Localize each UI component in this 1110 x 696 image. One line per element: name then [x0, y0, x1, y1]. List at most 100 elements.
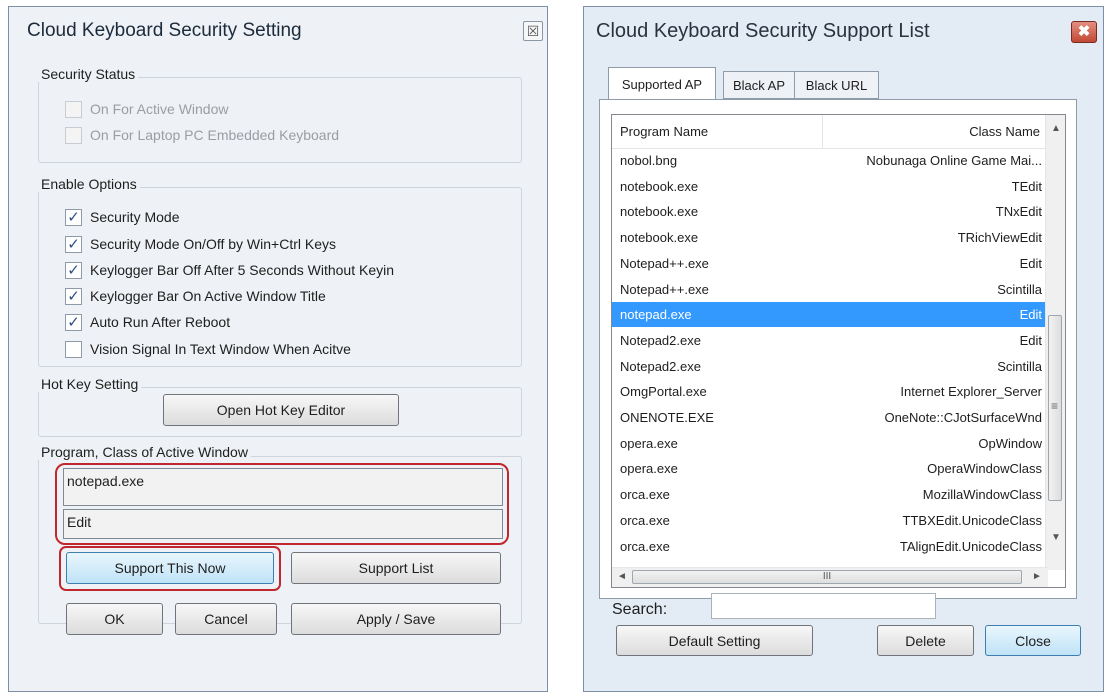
active-window-group-label: Program, Class of Active Window	[38, 444, 251, 460]
close-icon[interactable]: ✖	[1071, 21, 1097, 43]
settings-title: Cloud Keyboard Security Setting	[27, 20, 302, 41]
keylogger-off-checkbox[interactable]: ✓	[65, 261, 82, 279]
vertical-scrollbar[interactable]: ▲ ≡ ▼	[1045, 115, 1065, 570]
support-now-highlight	[59, 546, 281, 591]
open-hot-key-editor-button[interactable]: Open Hot Key Editor	[163, 394, 399, 426]
security-mode-checkbox[interactable]: ✓	[65, 208, 82, 226]
auto-run-checkbox[interactable]: ✓	[65, 313, 82, 331]
apply-save-button[interactable]: Apply / Save	[291, 603, 501, 635]
program-name-cell: Notepad++.exe	[620, 281, 709, 297]
list-item[interactable]: notebook.exe TNxEdit	[612, 199, 1048, 224]
laptop-keyboard-option-label: On For Laptop PC Embedded Keyboard	[90, 127, 340, 143]
list-item[interactable]: orca.exe MozillaWindowClass	[612, 482, 1048, 507]
class-name-cell: Nobunaga Online Game Mai...	[866, 153, 1042, 168]
list-item[interactable]: orca.exe TAlignEdit.UnicodeClass	[612, 534, 1048, 559]
list-item[interactable]: Notepad++.exe Scintilla	[612, 277, 1048, 302]
active-window-checkbox[interactable]	[65, 100, 82, 118]
class-name-cell: OperaWindowClass	[927, 461, 1042, 477]
support-list-titlebar[interactable]: Cloud Keyboard Security Support List ✖	[584, 7, 1103, 55]
program-name-cell: ONENOTE.EXE	[620, 410, 714, 425]
enable-options-label: Enable Options	[38, 176, 140, 192]
horizontal-scroll-thumb[interactable]: III	[632, 570, 1022, 584]
class-name-cell: TEdit	[1011, 178, 1042, 194]
list-item[interactable]: opera.exe OpWindow	[612, 431, 1048, 456]
program-name-cell: OmgPortal.exe	[620, 384, 707, 400]
list-item[interactable]: orca.exe TTBXEdit.UnicodeClass	[612, 508, 1048, 533]
column-class-name[interactable]: Class Name	[969, 124, 1040, 139]
keylogger-title-checkbox[interactable]: ✓	[65, 287, 82, 305]
tab-black-url[interactable]: Black URL	[794, 71, 879, 99]
list-item[interactable]: Notepad2.exe Edit	[612, 328, 1048, 353]
list-item[interactable]: notebook.exe TRichViewEdit	[612, 225, 1048, 250]
program-name-cell: Notepad2.exe	[620, 332, 701, 348]
class-name-cell: TTBXEdit.UnicodeClass	[902, 512, 1042, 528]
security-status-label: Security Status	[38, 66, 139, 82]
laptop-keyboard-checkbox[interactable]	[65, 126, 82, 144]
support-list-dialog: Cloud Keyboard Security Support List ✖ S…	[583, 6, 1104, 692]
win-ctrl-checkbox[interactable]: ✓	[65, 235, 82, 253]
program-name-cell: notebook.exe	[620, 178, 699, 194]
list-item[interactable]: opera.exe OperaWindowClass	[612, 456, 1048, 481]
program-name-cell: notepad.exe	[620, 307, 692, 323]
auto-run-option: ✓ Auto Run After Reboot	[65, 311, 230, 333]
keylogger-off-label: Keylogger Bar Off After 5 Seconds Withou…	[90, 262, 395, 278]
class-name-cell: Edit	[1019, 307, 1042, 323]
list-header: Program Name Class Name	[612, 115, 1048, 149]
program-name-cell: opera.exe	[620, 461, 678, 477]
vision-signal-checkbox[interactable]	[65, 340, 82, 358]
program-name-cell: notebook.exe	[620, 230, 699, 246]
support-list-button[interactable]: Support List	[291, 552, 501, 584]
list-item[interactable]: ONENOTE.EXE OneNote::CJotSurfaceWnd	[612, 405, 1048, 430]
class-name-cell: Scintilla	[997, 358, 1042, 374]
ok-button[interactable]: OK	[66, 603, 163, 635]
close-icon[interactable]: ☒	[523, 21, 543, 41]
class-name-cell: TNxEdit	[995, 204, 1042, 220]
scroll-down-icon[interactable]: ▼	[1051, 532, 1061, 543]
cancel-button[interactable]: Cancel	[175, 603, 277, 635]
win-ctrl-label: Security Mode On/Off by Win+Ctrl Keys	[90, 236, 336, 252]
program-name-cell: orca.exe	[620, 487, 670, 503]
win-ctrl-option: ✓ Security Mode On/Off by Win+Ctrl Keys	[65, 233, 336, 255]
list-item[interactable]: OmgPortal.exe Internet Explorer_Server	[612, 379, 1048, 404]
settings-dialog: Cloud Keyboard Security Setting ☒ Securi…	[8, 6, 548, 692]
column-divider[interactable]	[822, 115, 823, 148]
close-button[interactable]: Close	[985, 625, 1081, 656]
laptop-keyboard-option: On For Laptop PC Embedded Keyboard	[65, 124, 339, 146]
scroll-right-icon[interactable]: ►	[1032, 571, 1042, 582]
scroll-grip-icon: ≡	[1051, 399, 1059, 413]
program-name-cell: Notepad2.exe	[620, 358, 701, 374]
list-item[interactable]: notebook.exe TEdit	[612, 174, 1048, 199]
tab-black-ap[interactable]: Black AP	[723, 71, 795, 99]
auto-run-label: Auto Run After Reboot	[90, 314, 231, 330]
security-mode-option: ✓ Security Mode	[65, 206, 179, 228]
supported-ap-list[interactable]: Program Name Class Name nobol.bng Nobunag…	[611, 114, 1066, 588]
scroll-left-icon[interactable]: ◄	[617, 571, 627, 582]
security-mode-label: Security Mode	[90, 209, 180, 225]
active-window-option-label: On For Active Window	[90, 101, 229, 117]
list-item[interactable]: Notepad2.exe Scintilla	[612, 354, 1048, 379]
active-window-option: On For Active Window	[65, 98, 229, 120]
active-window-highlight	[55, 463, 509, 545]
settings-titlebar[interactable]: Cloud Keyboard Security Setting ☒	[9, 7, 547, 55]
default-setting-button[interactable]: Default Setting	[616, 625, 813, 656]
search-input[interactable]	[711, 593, 936, 619]
security-status-group	[38, 77, 522, 163]
class-name-cell: TAlignEdit.UnicodeClass	[899, 538, 1042, 554]
program-name-cell: orca.exe	[620, 538, 670, 554]
vision-signal-label: Vision Signal In Text Window When Acitve	[90, 341, 351, 357]
horizontal-scrollbar[interactable]: ◄ III ►	[612, 567, 1048, 587]
search-label: Search:	[612, 601, 668, 618]
list-item[interactable]: Notepad++.exe Edit	[612, 251, 1048, 276]
delete-button[interactable]: Delete	[877, 625, 974, 656]
list-item[interactable]: notepad.exe Edit	[612, 302, 1048, 328]
class-name-cell: MozillaWindowClass	[922, 487, 1042, 503]
class-name-cell: Internet Explorer_Server	[900, 384, 1042, 400]
column-program-name[interactable]: Program Name	[620, 124, 708, 139]
keylogger-title-label: Keylogger Bar On Active Window Title	[90, 288, 326, 304]
supported-ap-panel: Program Name Class Name nobol.bng Nobunag…	[599, 99, 1077, 599]
list-item[interactable]: nobol.bng Nobunaga Online Game Mai...	[612, 148, 1048, 173]
tab-supported-ap[interactable]: Supported AP	[608, 67, 716, 100]
vertical-scroll-thumb[interactable]: ≡	[1048, 315, 1062, 501]
class-name-cell: Edit	[1019, 332, 1042, 348]
scroll-up-icon[interactable]: ▲	[1051, 123, 1061, 134]
